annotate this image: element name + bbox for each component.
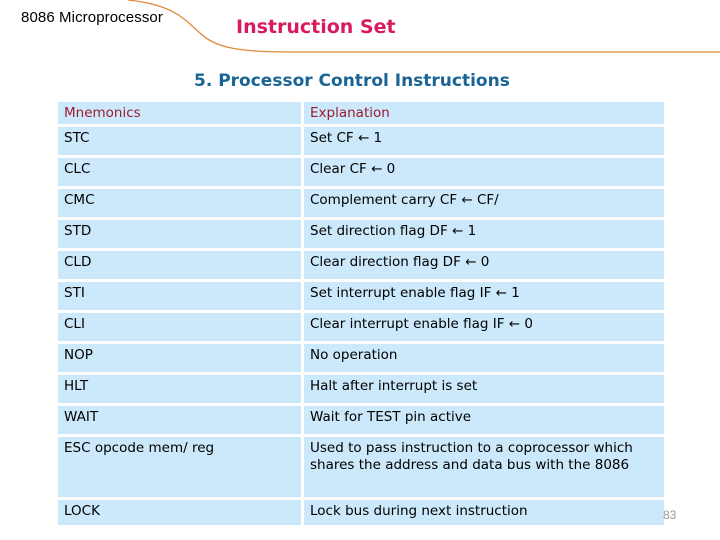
explanation-cell: Set direction flag DF ← 1 xyxy=(304,220,664,248)
table-row: NOP No operation xyxy=(58,344,664,372)
mnemonic-cell: STC xyxy=(58,127,301,155)
table-row: CLD Clear direction flag DF ← 0 xyxy=(58,251,664,279)
table-row: ESC opcode mem/ reg Used to pass instruc… xyxy=(58,437,664,497)
table-header-row: Mnemonics Explanation xyxy=(58,102,664,124)
mnemonic-cell: NOP xyxy=(58,344,301,372)
table-row: STC Set CF ← 1 xyxy=(58,127,664,155)
mnemonic-cell: ESC opcode mem/ reg xyxy=(58,437,301,497)
table-row: LOCK Lock bus during next instruction xyxy=(58,500,664,525)
slide-heading: 5. Processor Control Instructions xyxy=(194,71,510,91)
instruction-table: Mnemonics Explanation STC Set CF ← 1 CLC… xyxy=(58,102,664,528)
explanation-cell: Set interrupt enable flag IF ← 1 xyxy=(304,282,664,310)
mnemonic-cell: LOCK xyxy=(58,500,301,525)
explanation-cell: Clear direction flag DF ← 0 xyxy=(304,251,664,279)
explanation-cell: Clear CF ← 0 xyxy=(304,158,664,186)
table-row: CLI Clear interrupt enable flag IF ← 0 xyxy=(58,313,664,341)
explanation-cell: No operation xyxy=(304,344,664,372)
explanation-cell: Set CF ← 1 xyxy=(304,127,664,155)
table-row: STI Set interrupt enable flag IF ← 1 xyxy=(58,282,664,310)
mnemonic-cell: CLC xyxy=(58,158,301,186)
table-row: WAIT Wait for TEST pin active xyxy=(58,406,664,434)
mnemonic-cell: CLD xyxy=(58,251,301,279)
explanation-cell: Halt after interrupt is set xyxy=(304,375,664,403)
mnemonic-cell: STI xyxy=(58,282,301,310)
mnemonic-cell: WAIT xyxy=(58,406,301,434)
table-row: CLC Clear CF ← 0 xyxy=(58,158,664,186)
mnemonic-cell: CLI xyxy=(58,313,301,341)
column-header-explanation: Explanation xyxy=(304,102,664,124)
mnemonic-cell: STD xyxy=(58,220,301,248)
mnemonic-cell: CMC xyxy=(58,189,301,217)
section-title: Instruction Set xyxy=(236,16,396,38)
table-row: HLT Halt after interrupt is set xyxy=(58,375,664,403)
column-header-mnemonics: Mnemonics xyxy=(58,102,301,124)
explanation-cell: Clear interrupt enable flag IF ← 0 xyxy=(304,313,664,341)
explanation-cell: Lock bus during next instruction xyxy=(304,500,664,525)
explanation-cell: Used to pass instruction to a coprocesso… xyxy=(304,437,664,497)
explanation-cell: Complement carry CF ← CF/ xyxy=(304,189,664,217)
explanation-cell: Wait for TEST pin active xyxy=(304,406,664,434)
mnemonic-cell: HLT xyxy=(58,375,301,403)
table-row: STD Set direction flag DF ← 1 xyxy=(58,220,664,248)
page-number: 83 xyxy=(663,508,677,522)
table-row: CMC Complement carry CF ← CF/ xyxy=(58,189,664,217)
